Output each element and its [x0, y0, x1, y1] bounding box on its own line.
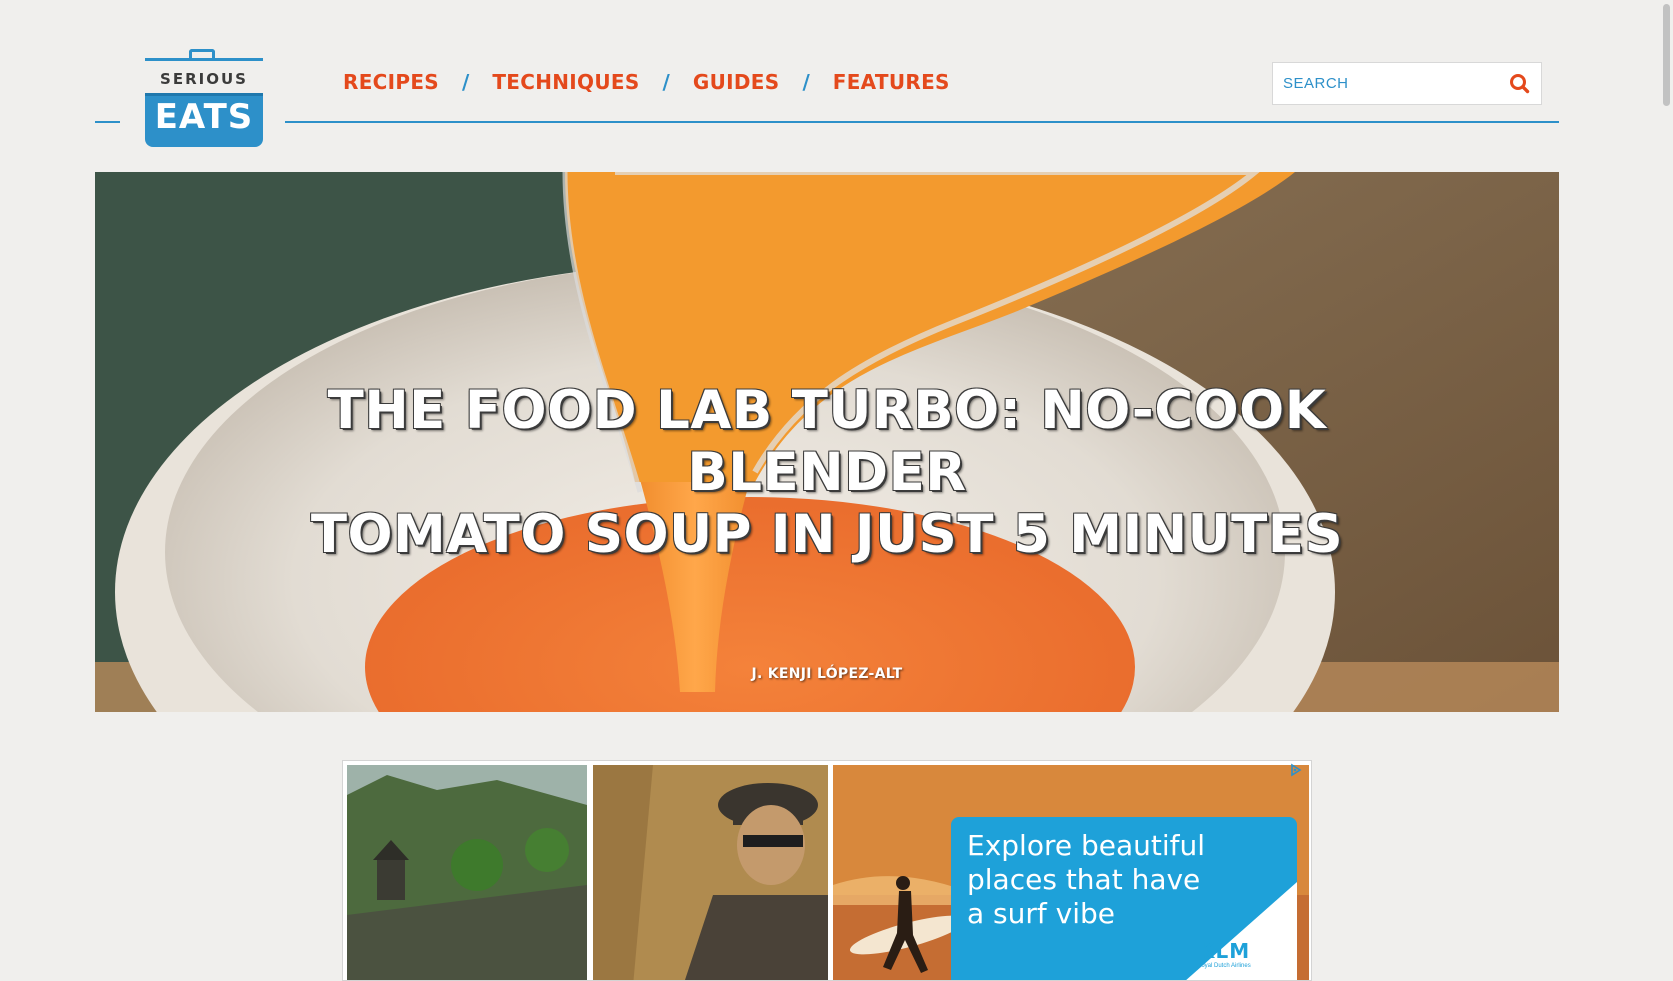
- nav-separator: /: [802, 70, 810, 94]
- search-icon: [1510, 74, 1530, 94]
- klm-logo-subtitle: Royal Dutch Airlines: [1197, 963, 1251, 969]
- adchoices-icon[interactable]: [1289, 763, 1303, 777]
- ad-image-traveler-art: [593, 765, 828, 980]
- logo-bottom-text: EATS: [154, 97, 254, 137]
- header-rule: [285, 121, 1559, 123]
- scrollbar-thumb[interactable]: [1663, 4, 1670, 106]
- nav-features[interactable]: FEATURES: [833, 70, 950, 94]
- nav-recipes[interactable]: RECIPES: [343, 70, 439, 94]
- nav-techniques[interactable]: TECHNIQUES: [492, 70, 639, 94]
- ad-image-surfer: Explore beautiful places that have a sur…: [833, 765, 1309, 980]
- page-scrollbar[interactable]: [1661, 0, 1673, 981]
- main-nav: RECIPES / TECHNIQUES / GUIDES / FEATURES: [343, 67, 950, 97]
- ad-message-card[interactable]: Explore beautiful places that have a sur…: [951, 817, 1297, 980]
- hero-title-line: THE FOOD LAB TURBO: NO-COOK BLENDER: [327, 380, 1327, 503]
- ad-image-traveler: [593, 765, 828, 980]
- logo-pot-lid: [145, 58, 263, 61]
- ad-image-cliff-art: [347, 765, 587, 980]
- klm-logo: KLM: [1199, 939, 1251, 963]
- nav-separator: /: [662, 70, 670, 94]
- search-box: [1272, 62, 1542, 105]
- hero-author[interactable]: J. KENJI LÓPEZ-ALT: [95, 666, 1559, 682]
- logo-top-text: SERIOUS: [160, 70, 248, 88]
- nav-guides[interactable]: GUIDES: [693, 70, 780, 94]
- hero-title-line: TOMATO SOUP IN JUST 5 MINUTES: [310, 504, 1344, 565]
- serious-eats-logo[interactable]: SERIOUS EATS: [143, 49, 265, 149]
- advertisement[interactable]: Explore beautiful places that have a sur…: [342, 760, 1312, 981]
- ad-message-line: Explore beautiful: [967, 829, 1206, 862]
- nav-separator: /: [462, 70, 470, 94]
- search-button[interactable]: [1505, 69, 1535, 99]
- hero-feature[interactable]: THE FOOD LAB TURBO: NO-COOK BLENDER TOMA…: [95, 172, 1559, 712]
- header-rule-left: [95, 121, 120, 123]
- logo-pot-shade: [145, 93, 263, 96]
- hero-title[interactable]: THE FOOD LAB TURBO: NO-COOK BLENDER TOMA…: [215, 380, 1439, 566]
- ad-image-cliff-temple: [347, 765, 587, 980]
- search-input[interactable]: [1273, 63, 1493, 104]
